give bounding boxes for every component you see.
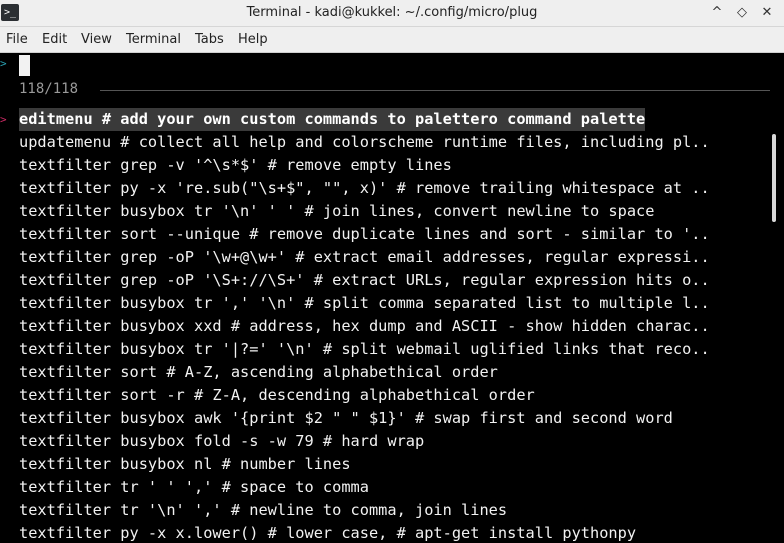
selected-list-item[interactable]: editmenu # add your own custom commands … (19, 108, 646, 131)
list-item[interactable]: updatemenu # collect all help and colors… (19, 131, 710, 154)
list-item[interactable]: textfilter busybox tr ',' '\n' # split c… (19, 292, 710, 315)
terminal-output[interactable]: > 118/118 > editmenu # add your own cust… (0, 53, 784, 543)
text-cursor (19, 55, 30, 76)
menu-help[interactable]: Help (238, 27, 268, 52)
prompt-symbol: > (0, 57, 7, 70)
list-item[interactable]: textfilter busybox nl # number lines (19, 453, 351, 476)
menu-edit[interactable]: Edit (42, 27, 67, 52)
title-bar: >_ Terminal - kadi@kukkel: ~/.config/mic… (0, 0, 784, 27)
list-item[interactable]: textfilter sort -r # Z-A, descending alp… (19, 384, 535, 407)
menu-bar: File Edit View Terminal Tabs Help (0, 27, 784, 53)
list-item[interactable]: textfilter busybox awk '{print $2 " " $1… (19, 407, 673, 430)
match-counter: 118/118 (19, 81, 79, 97)
minimize-button[interactable]: ^ (709, 5, 725, 21)
list-item[interactable]: textfilter sort --unique # remove duplic… (19, 223, 710, 246)
list-item[interactable]: textfilter tr '\n' ',' # newline to comm… (19, 499, 507, 522)
maximize-button[interactable]: ◇ (734, 5, 750, 21)
close-button[interactable]: ✕ (759, 5, 775, 21)
list-item[interactable]: textfilter busybox tr '\n' ' ' # join li… (19, 200, 654, 223)
list-item[interactable]: textfilter sort # A-Z, ascending alphabe… (19, 361, 498, 384)
divider (100, 90, 770, 91)
scrollbar[interactable] (772, 134, 776, 222)
list-item[interactable]: textfilter grep -oP '\S+://\S+' # extrac… (19, 269, 710, 292)
selection-marker-icon: > (0, 113, 7, 126)
menu-file[interactable]: File (6, 27, 28, 52)
menu-terminal[interactable]: Terminal (126, 27, 181, 52)
list-item[interactable]: textfilter busybox xxd # address, hex du… (19, 315, 710, 338)
list-item[interactable]: textfilter grep -oP '\w+@\w+' # extract … (19, 246, 710, 269)
menu-tabs[interactable]: Tabs (195, 27, 224, 52)
list-item[interactable]: textfilter busybox fold -s -w 79 # hard … (19, 430, 424, 453)
menu-view[interactable]: View (81, 27, 112, 52)
window-title: Terminal - kadi@kukkel: ~/.config/micro/… (246, 5, 538, 20)
list-item[interactable]: textfilter tr ' ' ',' # space to comma (19, 476, 369, 499)
list-item[interactable]: textfilter grep -v '^\s*$' # remove empt… (19, 154, 452, 177)
list-item[interactable]: textfilter py -x 're.sub("\s+$", "", x)'… (19, 177, 710, 200)
list-item[interactable]: textfilter py -x x.lower() # lower case,… (19, 522, 636, 543)
list-item[interactable]: textfilter busybox tr '|?=' '\n' # split… (19, 338, 710, 361)
